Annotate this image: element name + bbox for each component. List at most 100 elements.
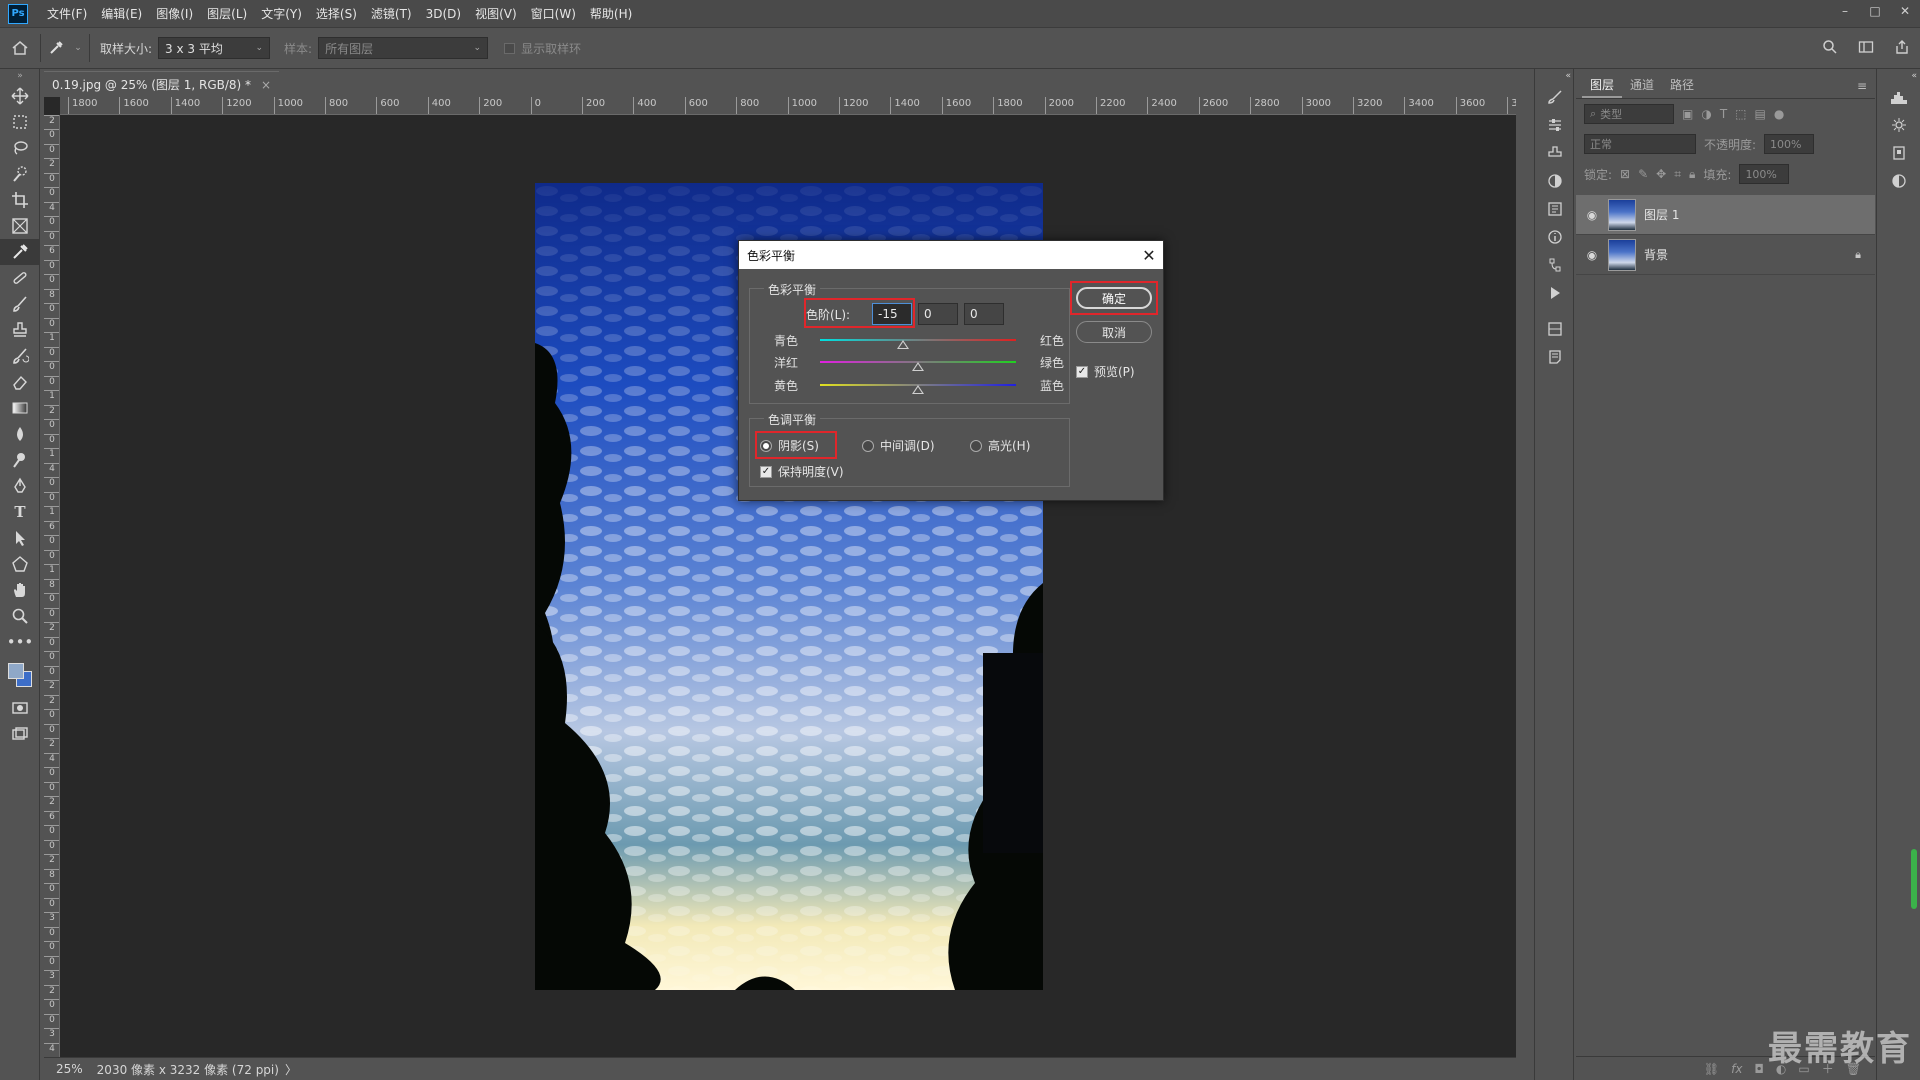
color-icon[interactable] bbox=[1535, 167, 1575, 195]
panel-menu-icon[interactable]: ≡ bbox=[1857, 79, 1867, 93]
sample-size-select[interactable]: 3 x 3 平均 ⌄ bbox=[158, 37, 271, 59]
yellow-blue-thumb[interactable] bbox=[912, 385, 924, 394]
cyan-red-track[interactable] bbox=[820, 339, 1016, 341]
status-menu-arrow[interactable]: 〉 bbox=[285, 1061, 297, 1078]
search-icon[interactable] bbox=[1822, 39, 1838, 58]
zoom-tool-icon[interactable] bbox=[0, 603, 40, 629]
marquee-tool-icon[interactable] bbox=[0, 109, 40, 135]
frame-tool-icon[interactable] bbox=[0, 213, 40, 239]
ok-button[interactable]: 确定 bbox=[1076, 287, 1152, 309]
screen-mode-icon[interactable] bbox=[0, 721, 40, 747]
libraries-icon[interactable] bbox=[1877, 139, 1920, 167]
type-tool-icon[interactable]: T bbox=[0, 499, 40, 525]
collapse-toolbar-icon[interactable]: » bbox=[0, 69, 40, 83]
visibility-eye-icon[interactable]: ◉ bbox=[1584, 248, 1600, 262]
layer-filter-select[interactable]: ⌕ 类型 bbox=[1584, 104, 1674, 124]
opacity-input[interactable]: 100% bbox=[1764, 134, 1815, 154]
menu-image[interactable]: 图像(I) bbox=[149, 0, 200, 28]
glyphs-icon[interactable] bbox=[1535, 195, 1575, 223]
dodge-tool-icon[interactable] bbox=[0, 447, 40, 473]
eyedropper-preset-icon[interactable]: ⌄ bbox=[40, 34, 90, 62]
share-icon[interactable] bbox=[1894, 39, 1910, 58]
menu-3d[interactable]: 3D(D) bbox=[419, 0, 468, 28]
brush-settings-icon[interactable] bbox=[1535, 83, 1575, 111]
layer-style-icon[interactable]: fx bbox=[1731, 1062, 1742, 1076]
menu-file[interactable]: 文件(F) bbox=[40, 0, 94, 28]
adjustments-icon[interactable] bbox=[1877, 167, 1920, 195]
collapse-strip-icon[interactable]: « bbox=[1535, 69, 1575, 83]
shape-tool-icon[interactable] bbox=[0, 551, 40, 577]
minimize-button[interactable]: – bbox=[1830, 0, 1860, 22]
menu-layer[interactable]: 图层(L) bbox=[200, 0, 254, 28]
blur-tool-icon[interactable] bbox=[0, 421, 40, 447]
menu-view[interactable]: 视图(V) bbox=[468, 0, 524, 28]
workspace-icon[interactable] bbox=[1858, 39, 1874, 58]
magenta-green-thumb[interactable] bbox=[912, 362, 924, 371]
close-window-button[interactable]: ✕ bbox=[1890, 0, 1920, 22]
tab-channels[interactable]: 通道 bbox=[1622, 72, 1662, 98]
info-icon[interactable] bbox=[1535, 223, 1575, 251]
close-icon[interactable]: ✕ bbox=[1135, 241, 1163, 269]
filter-toggle-icon[interactable]: ● bbox=[1774, 107, 1784, 121]
home-icon[interactable] bbox=[0, 39, 40, 57]
scroll-indicator[interactable] bbox=[1911, 849, 1917, 909]
properties-icon[interactable] bbox=[1535, 315, 1575, 343]
layer-row-layer1[interactable]: ◉ 图层 1 bbox=[1576, 195, 1875, 235]
midtones-radio[interactable]: 中间调(D) bbox=[862, 437, 935, 454]
filter-pixel-icon[interactable]: ▣ bbox=[1682, 107, 1693, 121]
path-selection-tool-icon[interactable] bbox=[0, 525, 40, 551]
cancel-button[interactable]: 取消 bbox=[1076, 321, 1152, 343]
tab-paths[interactable]: 路径 bbox=[1662, 72, 1702, 98]
quick-mask-icon[interactable] bbox=[0, 695, 40, 721]
show-ring-checkbox[interactable]: 显示取样环 bbox=[504, 40, 581, 57]
preview-checkbox[interactable]: ✓ 预览(P) bbox=[1076, 363, 1135, 380]
filter-smart-object-icon[interactable]: ▤ bbox=[1755, 107, 1766, 121]
menu-edit[interactable]: 编辑(E) bbox=[94, 0, 149, 28]
filter-adjustment-icon[interactable]: ◑ bbox=[1701, 107, 1711, 121]
quick-selection-tool-icon[interactable] bbox=[0, 161, 40, 187]
visibility-eye-icon[interactable]: ◉ bbox=[1584, 208, 1600, 222]
hand-tool-icon[interactable] bbox=[0, 577, 40, 603]
clone-source-icon[interactable] bbox=[1535, 139, 1575, 167]
gradient-tool-icon[interactable] bbox=[0, 395, 40, 421]
eraser-tool-icon[interactable] bbox=[0, 369, 40, 395]
actions-play-icon[interactable] bbox=[1535, 279, 1575, 307]
menu-type[interactable]: 文字(Y) bbox=[254, 0, 309, 28]
eyedropper-tool-icon[interactable] bbox=[0, 239, 40, 265]
lock-all-icon[interactable]: 🔒︎ bbox=[1689, 167, 1695, 182]
zoom-level[interactable]: 25% bbox=[56, 1062, 83, 1076]
levels-magenta-green-input[interactable]: 0 bbox=[918, 303, 958, 325]
paths-icon[interactable] bbox=[1535, 251, 1575, 279]
levels-yellow-blue-input[interactable]: 0 bbox=[964, 303, 1004, 325]
shadows-radio[interactable]: 阴影(S) bbox=[760, 437, 819, 454]
brush-tool-icon[interactable] bbox=[0, 291, 40, 317]
preserve-luminosity-checkbox[interactable]: ✓ 保持明度(V) bbox=[760, 463, 844, 480]
lock-position-icon[interactable]: ✥ bbox=[1656, 167, 1666, 181]
menu-select[interactable]: 选择(S) bbox=[309, 0, 364, 28]
clone-stamp-tool-icon[interactable] bbox=[0, 317, 40, 343]
menu-window[interactable]: 窗口(W) bbox=[524, 0, 583, 28]
filter-shape-icon[interactable]: ⬚ bbox=[1735, 107, 1746, 121]
lock-pixels-icon[interactable]: ✎ bbox=[1638, 167, 1648, 181]
sample-select[interactable]: 所有图层 ⌄ bbox=[318, 37, 489, 59]
layer-row-background[interactable]: ◉ 背景 🔒︎ bbox=[1576, 235, 1875, 275]
layer-mask-icon[interactable]: ◘ bbox=[1754, 1062, 1764, 1076]
history-brush-tool-icon[interactable] bbox=[0, 343, 40, 369]
notes-icon[interactable] bbox=[1535, 343, 1575, 371]
menu-filter[interactable]: 滤镜(T) bbox=[364, 0, 419, 28]
cyan-red-thumb[interactable] bbox=[897, 340, 910, 349]
histogram-icon[interactable] bbox=[1877, 83, 1920, 111]
filter-type-icon[interactable]: T bbox=[1720, 107, 1727, 121]
document-tab[interactable]: 0.19.jpg @ 25% (图层 1, RGB/8) * × bbox=[44, 71, 280, 97]
maximize-button[interactable]: □ bbox=[1860, 0, 1890, 22]
levels-cyan-red-input[interactable]: -15 bbox=[872, 303, 912, 325]
pen-tool-icon[interactable] bbox=[0, 473, 40, 499]
close-tab-icon[interactable]: × bbox=[261, 78, 271, 92]
healing-brush-tool-icon[interactable] bbox=[0, 265, 40, 291]
link-layers-icon[interactable]: ⛓ bbox=[1704, 1062, 1719, 1076]
highlights-radio[interactable]: 高光(H) bbox=[970, 437, 1030, 454]
move-tool-icon[interactable] bbox=[0, 83, 40, 109]
lasso-tool-icon[interactable] bbox=[0, 135, 40, 161]
tab-layers[interactable]: 图层 bbox=[1582, 72, 1623, 98]
foreground-color-swatch[interactable] bbox=[8, 663, 24, 679]
